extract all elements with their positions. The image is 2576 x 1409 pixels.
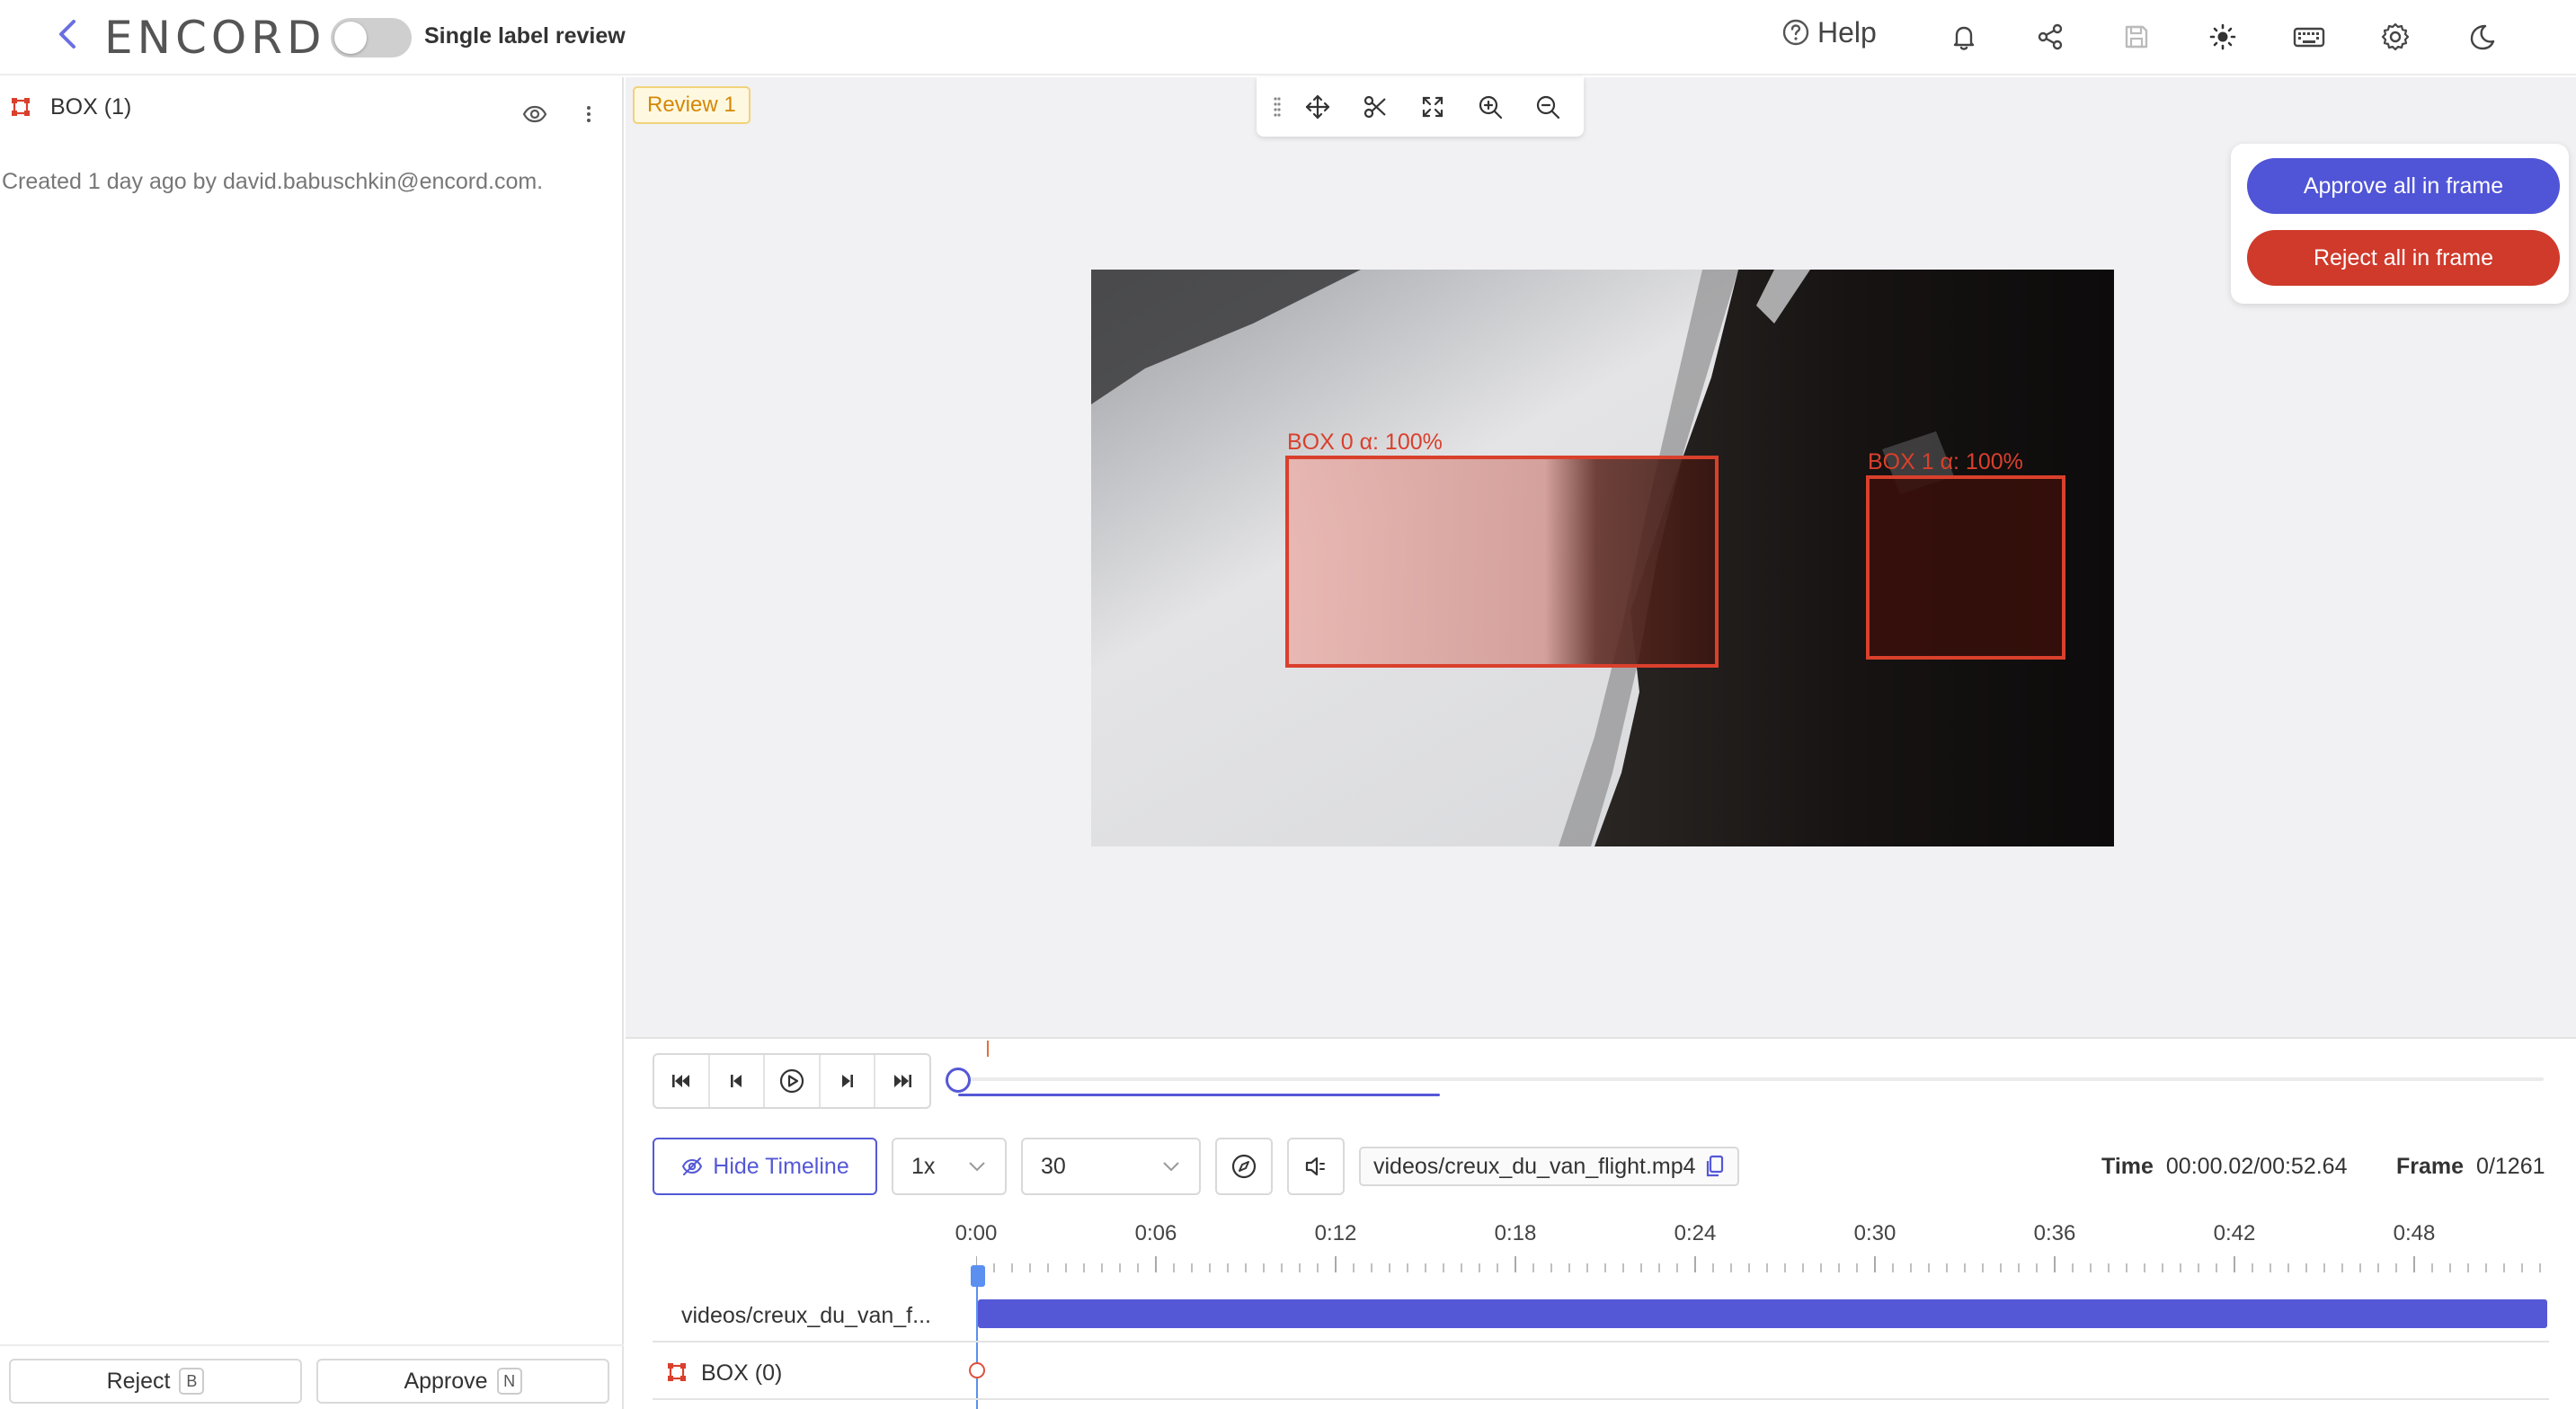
back-arrow-icon[interactable]: [50, 16, 86, 52]
compass-button[interactable]: [1215, 1138, 1273, 1195]
ruler-label: 0:06: [1134, 1221, 1177, 1245]
share-icon[interactable]: [2031, 18, 2069, 56]
canvas-toolbar: [1257, 77, 1584, 137]
box-1-fill: [1868, 477, 2064, 658]
speaker-icon: [1305, 1156, 1325, 1176]
box-0-label: BOX 0 α: 100%: [1287, 430, 1443, 455]
playhead-line: [976, 1276, 978, 1409]
playhead-handle[interactable]: [971, 1265, 985, 1287]
object-label[interactable]: BOX (1): [50, 93, 131, 120]
ruler-label: 0:00: [955, 1221, 998, 1245]
bell-icon[interactable]: [1945, 18, 1983, 56]
reject-all-in-frame-button[interactable]: Reject all in frame: [2247, 230, 2560, 286]
hide-timeline-button[interactable]: Hide Timeline: [653, 1138, 877, 1195]
play-icon[interactable]: [765, 1055, 821, 1107]
ruler-label: 0:30: [1853, 1221, 1896, 1245]
playback-speed-select[interactable]: 1x: [892, 1138, 1007, 1195]
frame-value: 0/1261: [2476, 1154, 2545, 1179]
panel-divider: [0, 1344, 624, 1346]
skip-to-end-icon[interactable]: [875, 1055, 929, 1107]
chevron-down-icon: [1163, 1162, 1179, 1172]
frame-label: Frame: [2396, 1154, 2465, 1179]
object-track-label: BOX (0): [701, 1360, 783, 1386]
move-icon[interactable]: [1289, 82, 1346, 132]
eye-off-icon: [682, 1157, 703, 1175]
ruler-label: 0:42: [2213, 1221, 2256, 1245]
previous-frame-icon[interactable]: [710, 1055, 766, 1107]
frame-actions-panel: Approve all in frame Reject all in frame: [2231, 144, 2569, 304]
approve-shortcut: N: [496, 1368, 522, 1395]
single-label-review-toggle[interactable]: [331, 18, 412, 58]
reject-button[interactable]: Reject B: [9, 1359, 302, 1404]
keyframe-marker[interactable]: [969, 1362, 985, 1378]
save-icon[interactable]: [2118, 18, 2155, 56]
ruler-label: 0:36: [2033, 1221, 2076, 1245]
frame-display: Frame 0/1261: [2396, 1152, 2545, 1181]
chevron-down-icon: [969, 1162, 985, 1172]
ruler-label: 0:48: [2393, 1221, 2436, 1245]
track-divider: [653, 1341, 2549, 1343]
sun-icon[interactable]: [2204, 18, 2242, 56]
file-name-chip: videos/creux_du_van_flight.mp4: [1359, 1147, 1739, 1186]
video-frame[interactable]: BOX 0 α: 100% BOX 1 α: 100%: [1091, 270, 2114, 846]
compass-icon: [1231, 1154, 1257, 1179]
ruler-label: 0:24: [1674, 1221, 1717, 1245]
approve-label: Approve: [404, 1368, 488, 1394]
toggle-knob: [334, 22, 367, 54]
copy-icon[interactable]: [1705, 1155, 1725, 1178]
help-button[interactable]: Help: [1781, 14, 1877, 50]
buffered-bar: [958, 1094, 1440, 1096]
hide-timeline-label: Hide Timeline: [713, 1153, 849, 1179]
top-header: ENCORD Single label review Help: [0, 0, 2576, 75]
box-0-fill: [1287, 457, 1717, 666]
fps-value: 30: [1041, 1153, 1066, 1179]
playback-speed-value: 1x: [911, 1153, 936, 1179]
encord-review-app: ENCORD Single label review Help BOX (1) …: [0, 0, 2576, 1409]
drag-handle-icon[interactable]: [1266, 89, 1289, 125]
time-label: Time: [2101, 1154, 2154, 1179]
timeline-ruler[interactable]: [976, 1256, 2544, 1272]
help-circle-icon: [1782, 19, 1809, 46]
box-1-label: BOX 1 α: 100%: [1868, 449, 2023, 474]
volume-button[interactable]: [1287, 1138, 1345, 1195]
more-vertical-icon[interactable]: [575, 101, 602, 128]
skip-to-start-icon[interactable]: [654, 1055, 710, 1107]
next-frame-icon[interactable]: [821, 1055, 876, 1107]
keyboard-icon[interactable]: [2290, 18, 2328, 56]
approve-button[interactable]: Approve N: [316, 1359, 609, 1404]
ruler-label: 0:18: [1494, 1221, 1537, 1245]
moon-icon[interactable]: [2463, 18, 2500, 56]
file-name: videos/creux_du_van_flight.mp4: [1373, 1153, 1696, 1179]
track-divider: [653, 1398, 2549, 1400]
eye-icon[interactable]: [521, 101, 548, 128]
frame-cursor-mark: [987, 1041, 989, 1057]
fullscreen-icon[interactable]: [1404, 82, 1461, 132]
video-track-name: videos/creux_du_van_f...: [681, 1303, 931, 1328]
object-list-panel: BOX (1) Created 1 day ago by david.babus…: [0, 77, 624, 1409]
review-tag: Review 1: [633, 86, 751, 124]
zoom-out-icon[interactable]: [1519, 82, 1577, 132]
ruler-label: 0:12: [1314, 1221, 1357, 1245]
zoom-in-icon[interactable]: [1461, 82, 1519, 132]
time-value: 00:00.02/00:52.64: [2165, 1154, 2348, 1179]
video-track-bar[interactable]: [978, 1299, 2547, 1328]
created-info: Created 1 day ago by david.babuschkin@en…: [2, 169, 544, 194]
playback-scrubber-track[interactable]: [958, 1077, 2544, 1081]
help-label: Help: [1817, 15, 1877, 49]
bounding-box-icon: [668, 1363, 686, 1381]
scissors-icon[interactable]: [1346, 82, 1404, 132]
settings-icon[interactable]: [2376, 18, 2414, 56]
transport-controls: [653, 1053, 931, 1109]
playback-scrubber-handle[interactable]: [946, 1068, 971, 1093]
reject-label: Reject: [106, 1368, 171, 1394]
bounding-box-icon: [12, 98, 30, 116]
time-display: Time 00:00.02/00:52.64: [2101, 1152, 2347, 1181]
reject-shortcut: B: [179, 1368, 205, 1395]
approve-all-in-frame-button[interactable]: Approve all in frame: [2247, 158, 2560, 214]
fps-select[interactable]: 30: [1021, 1138, 1201, 1195]
single-label-review-label: Single label review: [424, 23, 626, 49]
app-logo: ENCORD: [104, 12, 326, 64]
